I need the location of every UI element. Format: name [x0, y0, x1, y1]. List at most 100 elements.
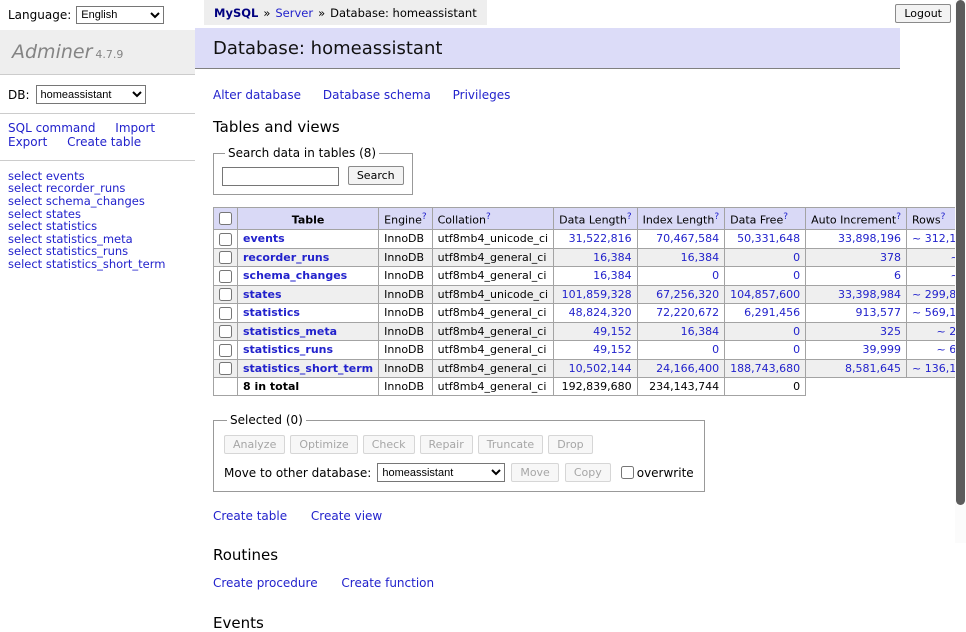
privileges-link[interactable]: Privileges [453, 88, 511, 102]
data-length-link[interactable]: 10,502,144 [569, 362, 632, 375]
repair-button[interactable]: Repair [420, 435, 473, 454]
row-checkbox[interactable] [219, 251, 232, 264]
breadcrumb-mysql-link[interactable]: MySQL [214, 6, 258, 20]
sidebar-item-select-recorder-runs[interactable]: select recorder_runs [8, 182, 187, 195]
create-procedure-link[interactable]: Create procedure [213, 576, 318, 590]
row-checkbox[interactable] [219, 325, 232, 338]
create-table-link[interactable]: Create table [213, 509, 287, 523]
data-free-link[interactable]: 6,291,456 [744, 306, 800, 319]
sidebar-item-select-statistics[interactable]: select statistics [8, 220, 187, 233]
row-checkbox[interactable] [219, 270, 232, 283]
index-length-link[interactable]: 16,384 [681, 325, 720, 338]
data-free-link[interactable]: 0 [793, 251, 800, 264]
search-button[interactable]: Search [348, 166, 404, 185]
auto-increment-link[interactable]: 33,898,196 [838, 232, 901, 245]
sidebar-link-import[interactable]: Import [115, 121, 155, 135]
data-free-link[interactable]: 188,743,680 [730, 362, 800, 375]
table-link[interactable]: schema_changes [243, 269, 347, 282]
sidebar-link-sql-command[interactable]: SQL command [8, 121, 95, 135]
sidebar-link-export[interactable]: Export [8, 135, 47, 149]
drop-button[interactable]: Drop [548, 435, 592, 454]
help-icon[interactable]: ? [714, 212, 719, 222]
table-row: statistics_runs InnoDB utf8mb4_general_c… [214, 341, 966, 360]
data-length-link[interactable]: 101,859,328 [562, 288, 632, 301]
data-free-link[interactable]: 104,857,600 [730, 288, 800, 301]
copy-button[interactable]: Copy [565, 463, 611, 482]
scrollbar-thumb[interactable] [956, 0, 965, 505]
language-select[interactable]: English [76, 6, 164, 24]
auto-increment-link[interactable]: 325 [880, 325, 901, 338]
table-link[interactable]: statistics_runs [243, 343, 333, 356]
optimize-button[interactable]: Optimize [290, 435, 357, 454]
engine-cell: InnoDB [379, 341, 432, 360]
data-free-link[interactable]: 0 [793, 269, 800, 282]
auto-increment-link[interactable]: 6 [894, 269, 901, 282]
events-heading: Events [213, 614, 937, 632]
help-icon[interactable]: ? [627, 212, 632, 222]
col-header-table: Table [238, 207, 379, 230]
index-length-link[interactable]: 67,256,320 [656, 288, 719, 301]
table-link[interactable]: statistics [243, 306, 300, 319]
check-button[interactable]: Check [363, 435, 415, 454]
alter-database-link[interactable]: Alter database [213, 88, 301, 102]
analyze-button[interactable]: Analyze [224, 435, 285, 454]
table-link[interactable]: events [243, 232, 285, 245]
row-checkbox[interactable] [219, 307, 232, 320]
move-button[interactable]: Move [511, 463, 559, 482]
language-row: Language: English [0, 0, 195, 30]
auto-increment-link[interactable]: 913,577 [856, 306, 902, 319]
data-length-link[interactable]: 48,824,320 [569, 306, 632, 319]
help-icon[interactable]: ? [896, 212, 901, 222]
index-length-link[interactable]: 24,166,400 [656, 362, 719, 375]
sidebar-item-select-statistics-short-term[interactable]: select statistics_short_term [8, 258, 187, 271]
row-checkbox[interactable] [219, 362, 232, 375]
index-length-link[interactable]: 0 [712, 343, 719, 356]
data-free-link[interactable]: 0 [793, 325, 800, 338]
sidebar-item-select-schema-changes[interactable]: select schema_changes [8, 195, 187, 208]
select-all-checkbox[interactable] [219, 212, 232, 225]
scrollbar-track[interactable] [955, 0, 966, 543]
data-length-link[interactable]: 49,152 [593, 325, 632, 338]
create-function-link[interactable]: Create function [341, 576, 434, 590]
table-link[interactable]: statistics_meta [243, 325, 337, 338]
table-row: recorder_runs InnoDB utf8mb4_general_ci … [214, 248, 966, 267]
auto-increment-link[interactable]: 39,999 [863, 343, 902, 356]
logout-button[interactable]: Logout [895, 4, 951, 23]
help-icon[interactable]: ? [486, 212, 491, 222]
selected-legend: Selected (0) [227, 413, 306, 427]
index-length-link[interactable]: 16,384 [681, 251, 720, 264]
data-length-link[interactable]: 49,152 [593, 343, 632, 356]
row-checkbox[interactable] [219, 288, 232, 301]
create-view-link[interactable]: Create view [311, 509, 382, 523]
database-schema-link[interactable]: Database schema [323, 88, 431, 102]
data-free-link[interactable]: 50,331,648 [737, 232, 800, 245]
breadcrumb-server-link[interactable]: Server [275, 6, 313, 20]
row-checkbox[interactable] [219, 233, 232, 246]
help-icon[interactable]: ? [783, 212, 788, 222]
data-length-link[interactable]: 16,384 [593, 251, 632, 264]
truncate-button[interactable]: Truncate [478, 435, 543, 454]
data-free-link[interactable]: 0 [793, 343, 800, 356]
total-checkbox-cell [214, 378, 238, 396]
search-input[interactable] [222, 167, 339, 186]
overwrite-checkbox[interactable] [621, 466, 634, 479]
data-length-link[interactable]: 16,384 [593, 269, 632, 282]
table-create-links: Create table Create view [213, 509, 937, 523]
index-length-link[interactable]: 70,467,584 [656, 232, 719, 245]
table-link[interactable]: statistics_short_term [243, 362, 373, 375]
help-icon[interactable]: ? [422, 212, 427, 222]
index-length-link[interactable]: 0 [712, 269, 719, 282]
data-length-link[interactable]: 31,522,816 [569, 232, 632, 245]
move-database-select[interactable]: homeassistant [377, 463, 505, 482]
col-header-data-free: Data Free? [725, 207, 806, 230]
sidebar-link-create-table[interactable]: Create table [67, 135, 141, 149]
auto-increment-link[interactable]: 33,398,984 [838, 288, 901, 301]
index-length-link[interactable]: 72,220,672 [656, 306, 719, 319]
help-icon[interactable]: ? [941, 212, 946, 222]
auto-increment-link[interactable]: 378 [880, 251, 901, 264]
db-select[interactable]: homeassistant [36, 85, 146, 104]
auto-increment-link[interactable]: 8,581,645 [845, 362, 901, 375]
row-checkbox[interactable] [219, 344, 232, 357]
table-link[interactable]: states [243, 288, 282, 301]
table-link[interactable]: recorder_runs [243, 251, 329, 264]
